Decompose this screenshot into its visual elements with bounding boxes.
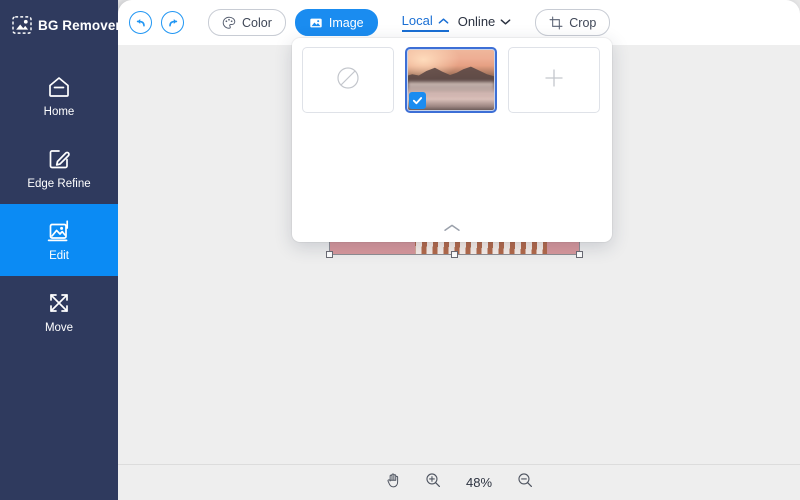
- pen-square-icon: [46, 146, 72, 172]
- tab-online[interactable]: Online: [458, 14, 512, 31]
- redo-button[interactable]: [161, 11, 184, 34]
- crop-button-label: Crop: [569, 15, 597, 30]
- color-button[interactable]: Color: [208, 9, 286, 36]
- image-source-panel: [292, 38, 612, 242]
- selection-handle-bottom-left[interactable]: [326, 251, 333, 258]
- move-arrows-icon: [46, 290, 72, 316]
- redo-arrow-icon: [167, 17, 179, 29]
- sidebar-item-label: Edge Refine: [27, 177, 91, 190]
- thumbnail-sunset-lake[interactable]: [405, 47, 497, 113]
- zoom-in-icon: [425, 472, 441, 493]
- chevron-up-icon: [443, 220, 461, 238]
- crop-button[interactable]: Crop: [535, 9, 611, 36]
- image-edit-icon: [46, 218, 72, 244]
- selection-handle-bottom-center[interactable]: [451, 251, 458, 258]
- color-button-label: Color: [242, 15, 272, 30]
- crop-icon: [549, 16, 563, 30]
- image-logo-icon: [12, 16, 32, 34]
- home-icon: [46, 74, 72, 100]
- brand-name: BG Remover: [38, 17, 118, 33]
- thumbnail-none[interactable]: [302, 47, 394, 113]
- image-button-label: Image: [328, 15, 364, 30]
- sidebar-item-label: Home: [43, 105, 75, 118]
- zoom-out-icon: [517, 472, 533, 493]
- main-window: Color Image Local Online Crop 48%: [118, 0, 800, 500]
- plus-icon: [541, 65, 567, 96]
- zoom-level-value[interactable]: 48%: [462, 475, 496, 490]
- zoom-bar: 48%: [118, 464, 800, 500]
- hand-tool-button[interactable]: [382, 472, 404, 494]
- undo-button[interactable]: [129, 11, 152, 34]
- tab-local-label: Local: [401, 13, 433, 28]
- palette-icon: [222, 16, 236, 30]
- check-icon: [409, 92, 426, 109]
- sidebar-nav: Home Edge Refine Edit Move: [0, 60, 118, 348]
- brand: BG Remover: [0, 0, 118, 38]
- sidebar-item-move[interactable]: Move: [0, 276, 118, 348]
- no-image-icon: [335, 65, 361, 96]
- sidebar-item-label: Move: [44, 321, 74, 334]
- thumbnail-list: [302, 47, 602, 113]
- panel-collapse-button[interactable]: [292, 220, 612, 238]
- chevron-down-icon: [500, 14, 511, 29]
- hand-icon: [386, 472, 401, 493]
- chevron-up-icon: [438, 13, 449, 28]
- zoom-in-button[interactable]: [422, 472, 444, 494]
- sidebar-item-edge-refine[interactable]: Edge Refine: [0, 132, 118, 204]
- undo-arrow-icon: [135, 17, 147, 29]
- tab-local[interactable]: Local: [401, 13, 449, 32]
- image-button[interactable]: Image: [294, 9, 378, 36]
- app-root: BG Remover Home Edge Refine Edit Move Co…: [0, 0, 800, 500]
- tab-online-label: Online: [457, 14, 496, 29]
- thumbnail-add[interactable]: [508, 47, 600, 113]
- sidebar-item-label: Edit: [49, 249, 69, 262]
- sidebar: BG Remover Home Edge Refine Edit Move: [0, 0, 118, 500]
- sidebar-item-edit[interactable]: Edit: [0, 204, 118, 276]
- selection-handle-bottom-right[interactable]: [576, 251, 583, 258]
- picture-icon: [309, 16, 323, 30]
- sidebar-item-home[interactable]: Home: [0, 60, 118, 132]
- zoom-out-button[interactable]: [514, 472, 536, 494]
